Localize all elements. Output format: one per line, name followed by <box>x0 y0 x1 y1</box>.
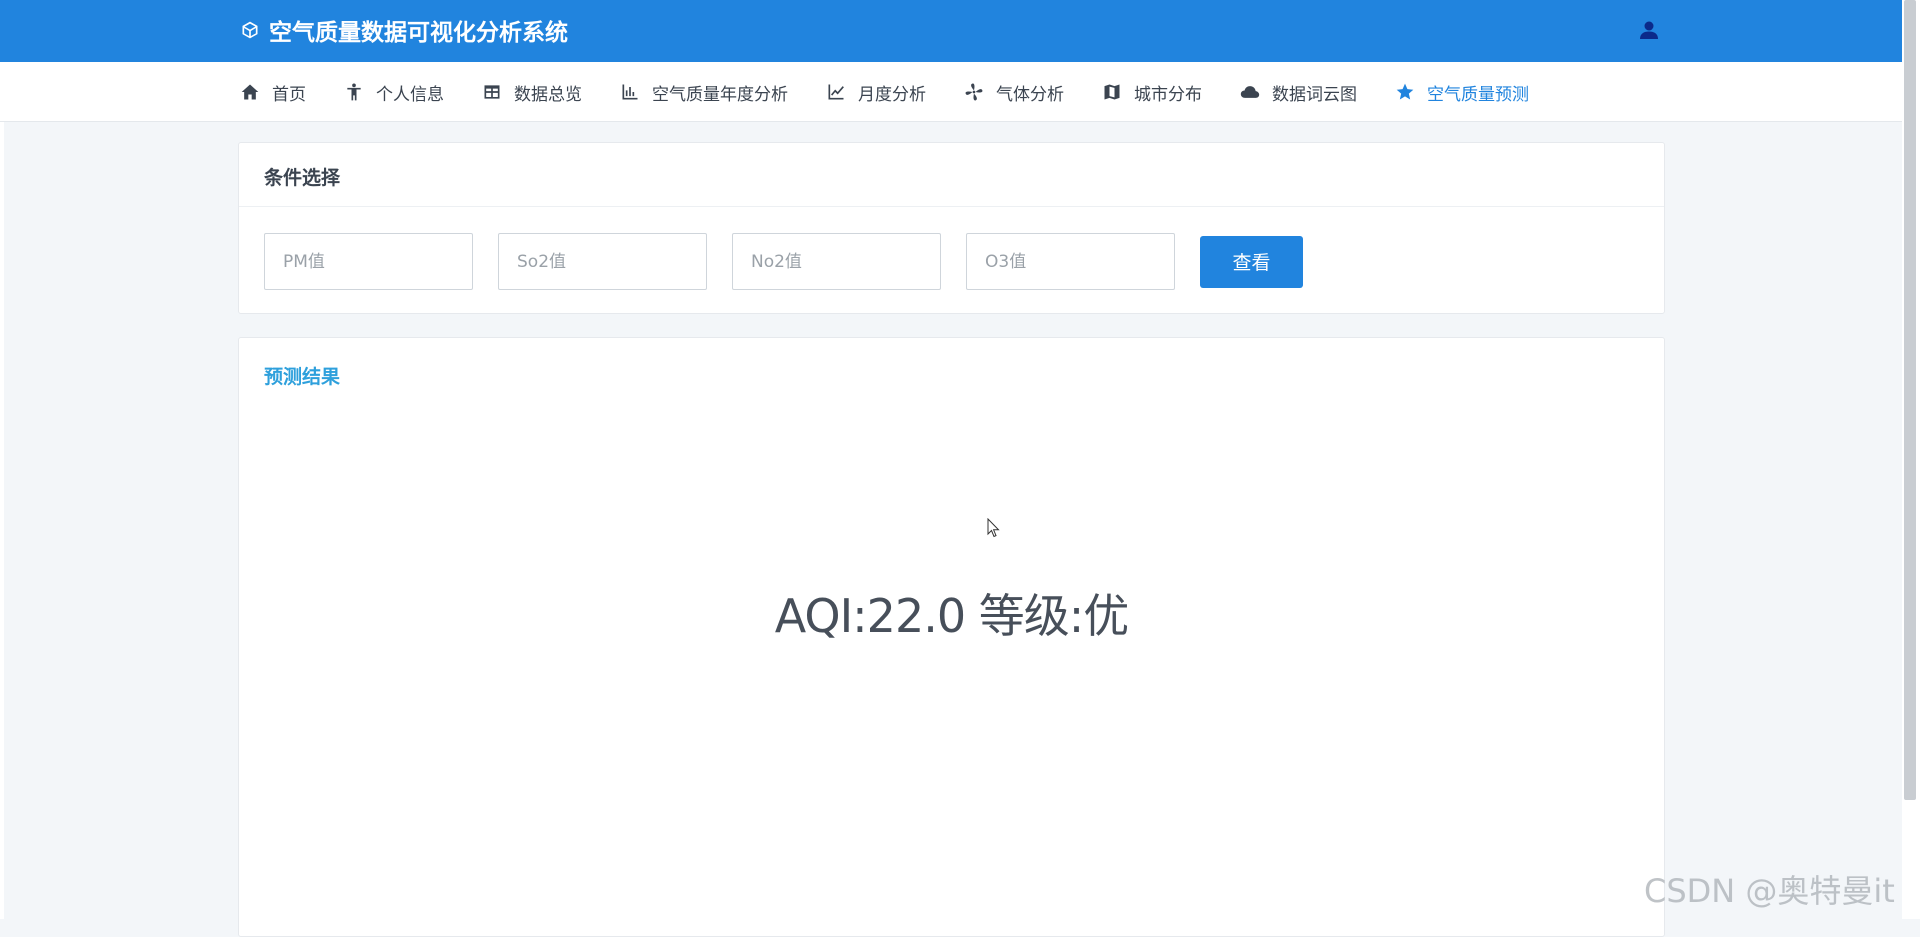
line-chart-icon <box>828 84 844 100</box>
nav-item-overview[interactable]: 数据总览 <box>482 80 582 105</box>
result-card: 预测结果 AQI:22.0 等级:优 <box>238 337 1665 937</box>
fan-icon <box>965 83 983 101</box>
map-icon <box>1104 84 1120 100</box>
app-brand[interactable]: 空气质量数据可视化分析系统 <box>240 13 568 47</box>
condition-inputs: 查看 <box>264 233 1303 290</box>
nav-label: 气体分析 <box>996 84 1064 105</box>
nav-item-city[interactable]: 城市分布 <box>1102 80 1202 105</box>
top-header: 空气质量数据可视化分析系统 <box>0 0 1902 62</box>
cloud-icon <box>1240 86 1260 98</box>
mouse-cursor-icon <box>987 518 1000 538</box>
nav-label: 个人信息 <box>376 84 444 105</box>
scrollbar-thumb[interactable] <box>1904 0 1916 800</box>
nav-item-annual[interactable]: 空气质量年度分析 <box>620 80 788 105</box>
nav-label: 数据词云图 <box>1272 84 1357 105</box>
no2-input[interactable] <box>732 233 941 290</box>
nav-item-prediction[interactable]: 空气质量预测 <box>1395 80 1529 105</box>
nav-item-monthly[interactable]: 月度分析 <box>826 80 926 105</box>
nav-item-home[interactable]: 首页 <box>240 80 306 105</box>
pm-input[interactable] <box>264 233 473 290</box>
star-icon <box>1396 83 1414 100</box>
nav-item-wordcloud[interactable]: 数据词云图 <box>1240 80 1357 105</box>
left-edge <box>0 0 4 919</box>
o3-input[interactable] <box>966 233 1175 290</box>
nav-item-gas[interactable]: 气体分析 <box>964 80 1064 105</box>
app-title: 空气质量数据可视化分析系统 <box>269 20 568 46</box>
user-icon[interactable] <box>1637 18 1661 42</box>
condition-card: 条件选择 查看 <box>238 142 1665 314</box>
nav-item-profile[interactable]: 个人信息 <box>344 80 444 105</box>
nav-list: 首页 个人信息 数据总览 空气质量年度分析 月度分析 气体分析 城市分布 数据词… <box>240 62 1567 122</box>
so2-input[interactable] <box>498 233 707 290</box>
table-icon <box>484 85 500 99</box>
nav-label: 空气质量预测 <box>1427 84 1529 105</box>
person-icon <box>347 83 361 101</box>
watermark: CSDN @奥特曼it <box>1644 872 1895 910</box>
nav-label: 数据总览 <box>514 84 582 105</box>
nav-label: 空气质量年度分析 <box>652 84 788 105</box>
home-icon <box>241 84 259 100</box>
result-title: 预测结果 <box>264 366 341 388</box>
nav-label: 月度分析 <box>858 84 926 105</box>
prediction-result-text: AQI:22.0 等级:优 <box>774 589 1129 643</box>
main-nav: 首页 个人信息 数据总览 空气质量年度分析 月度分析 气体分析 城市分布 数据词… <box>0 62 1902 122</box>
bar-chart-icon <box>622 84 638 100</box>
view-button[interactable]: 查看 <box>1200 235 1303 288</box>
nav-label: 首页 <box>272 84 306 105</box>
condition-card-title: 条件选择 <box>239 143 1664 207</box>
cube-icon <box>242 21 258 39</box>
nav-label: 城市分布 <box>1134 84 1202 105</box>
